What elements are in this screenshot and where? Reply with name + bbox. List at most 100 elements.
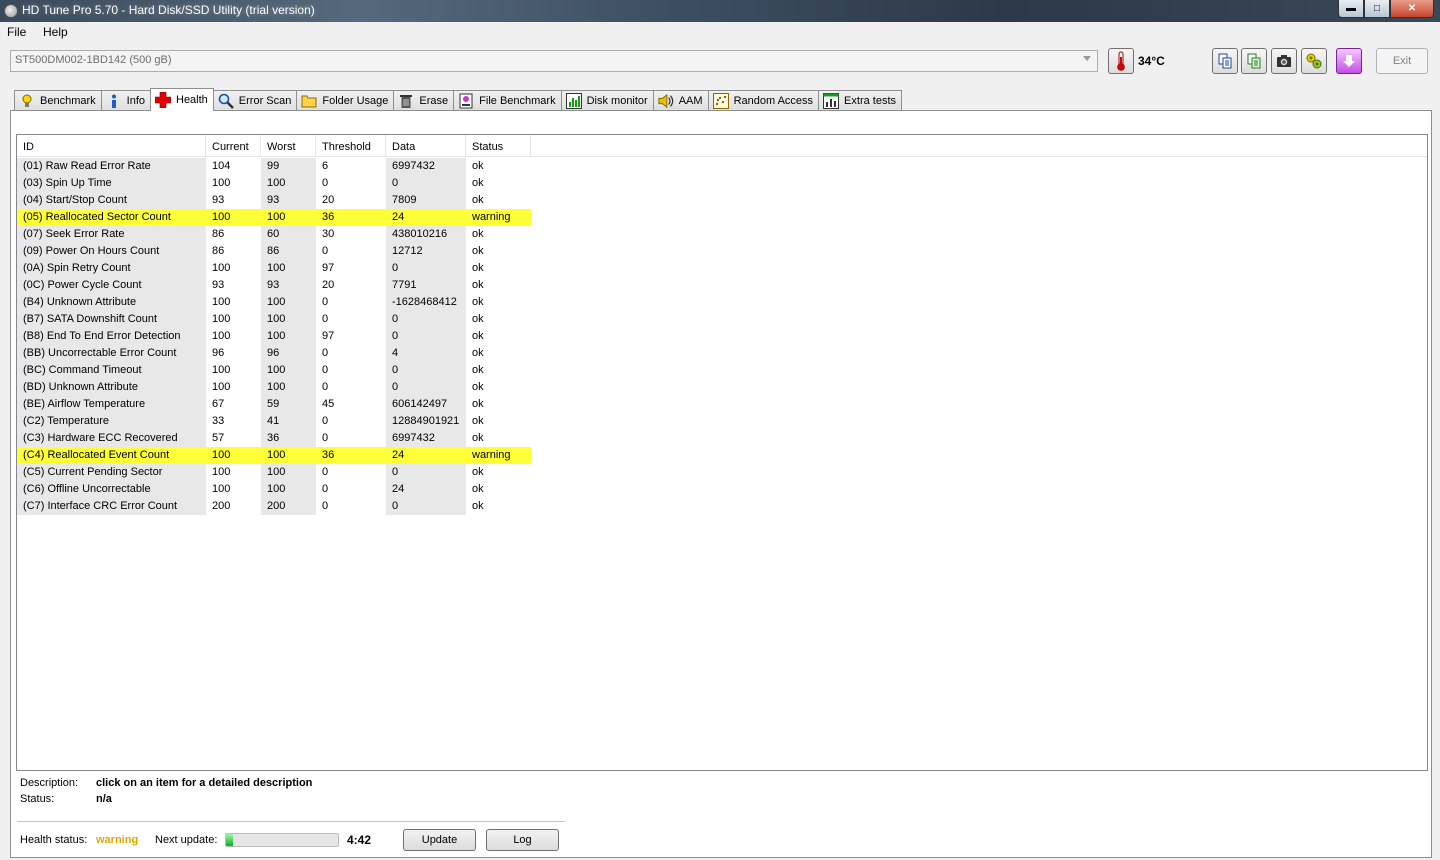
tab-disk-monitor[interactable]: Disk monitor — [560, 90, 654, 111]
column-header-status[interactable]: Status — [466, 135, 531, 157]
next-update-label: Next update: — [155, 834, 218, 846]
table-row[interactable]: (C7) Interface CRC Error Count 200 200 0 0 ok — [17, 498, 1427, 515]
cell-status-value: warning — [466, 209, 531, 226]
copy-button[interactable] — [1212, 48, 1238, 74]
table-row[interactable]: (C2) Temperature 33 41 0 12884901921 ok — [17, 413, 1427, 430]
cell-attribute-id: (BB) Uncorrectable Error Count — [17, 345, 206, 362]
info-icon — [106, 93, 122, 109]
screenshot-button[interactable] — [1271, 48, 1297, 74]
title-bar[interactable]: HD Tune Pro 5.70 - Hard Disk/SSD Utility… — [0, 0, 1440, 22]
table-row[interactable]: (C4) Reallocated Event Count 100 100 36 24 wa… — [17, 447, 1427, 464]
column-header-worst[interactable]: Worst — [261, 135, 316, 157]
update-button[interactable]: Update — [403, 829, 476, 851]
table-row[interactable]: (09) Power On Hours Count 86 86 0 12712 ok — [17, 243, 1427, 260]
tab-extra-tests[interactable]: Extra tests — [818, 90, 903, 111]
smart-attributes-list[interactable]: ID Current Worst Threshold Data Status (… — [16, 134, 1428, 771]
column-header-threshold[interactable]: Threshold — [316, 135, 386, 157]
table-row[interactable]: (03) Spin Up Time 100 100 0 0 ok — [17, 175, 1427, 192]
cell-raw-data: 24 — [386, 481, 466, 498]
cell-threshold-value: 6 — [322, 160, 329, 172]
table-row[interactable]: (C3) Hardware ECC Recovered 57 36 0 6997432 o… — [17, 430, 1427, 447]
column-header-current[interactable]: Current — [206, 135, 261, 157]
cell-attribute-id: (BC) Command Timeout — [17, 362, 206, 379]
cell-status-value: ok — [472, 381, 484, 393]
maximize-button[interactable]: □ — [1364, 0, 1390, 18]
table-row[interactable]: (0A) Spin Retry Count 100 100 97 0 ok — [17, 260, 1427, 277]
magnifier-icon — [218, 93, 234, 109]
cell-raw-data: 0 — [386, 311, 466, 328]
cell-current-value: 100 — [206, 209, 261, 226]
cell-status-value: ok — [472, 245, 484, 257]
log-button[interactable]: Log — [486, 829, 559, 851]
trash-icon — [398, 93, 414, 109]
cell-attribute-id: (04) Start/Stop Count — [17, 192, 206, 209]
cell-raw-data: 24 — [386, 447, 466, 464]
cell-current-value: 100 — [212, 330, 231, 342]
table-row[interactable]: (0C) Power Cycle Count 93 93 20 7791 ok — [17, 277, 1427, 294]
table-row[interactable]: (05) Reallocated Sector Count 100 100 36 24 w… — [17, 209, 1427, 226]
drive-select[interactable]: ST500DM002-1BD142 (500 gB) — [10, 50, 1098, 72]
tab-info[interactable]: Info — [100, 90, 151, 111]
tab-erase[interactable]: Erase — [393, 90, 455, 111]
table-row[interactable]: (BD) Unknown Attribute 100 100 0 0 ok — [17, 379, 1427, 396]
cell-status-value: ok — [472, 262, 484, 274]
column-header-data[interactable]: Data — [386, 135, 466, 157]
cell-status-value: ok — [472, 364, 484, 376]
table-row[interactable]: (B8) End To End Error Detection 100 100 97 0… — [17, 328, 1427, 345]
column-header-id[interactable]: ID — [17, 135, 206, 157]
menu-file[interactable]: File — [7, 25, 26, 39]
exit-button[interactable]: Exit — [1376, 48, 1428, 74]
options-button[interactable] — [1301, 48, 1327, 74]
tab-label: AAM — [678, 95, 703, 107]
cell-current-value: 93 — [212, 194, 225, 206]
tab-health[interactable]: Health — [150, 88, 214, 111]
cell-status-value: ok — [472, 296, 484, 308]
table-row[interactable]: (B7) SATA Downshift Count 100 100 0 0 ok — [17, 311, 1427, 328]
table-row[interactable]: (BB) Uncorrectable Error Count 96 96 0 4 ok — [17, 345, 1427, 362]
table-row[interactable]: (C5) Current Pending Sector 100 100 0 0 ok — [17, 464, 1427, 481]
cell-attribute-id: (B8) End To End Error Detection — [17, 328, 206, 345]
table-row[interactable]: (C6) Offline Uncorrectable 100 100 0 24 ok — [17, 481, 1427, 498]
menu-bar: File Help — [0, 22, 1440, 42]
menu-help[interactable]: Help — [43, 25, 68, 39]
table-row[interactable]: (B4) Unknown Attribute 100 100 0 -1628468412… — [17, 294, 1427, 311]
table-row[interactable]: (07) Seek Error Rate 86 60 30 438010216 ok — [17, 226, 1427, 243]
tab-label: Health — [176, 94, 208, 106]
cell-attribute-id: (B4) Unknown Attribute — [17, 294, 206, 311]
health-status-label: Health status: — [20, 834, 88, 846]
app-icon — [4, 4, 18, 18]
status-value: n/a — [96, 793, 112, 805]
list-body: (01) Raw Read Error Rate 104 99 6 6997432 ok(… — [17, 157, 1427, 515]
cell-worst-value: 60 — [261, 226, 316, 243]
tab-random-access[interactable]: Random Access — [707, 90, 820, 111]
window-controls: ▬ □ ✕ — [1338, 0, 1434, 20]
copy-all-icon — [1247, 53, 1261, 69]
copy-all-button[interactable] — [1241, 48, 1267, 74]
thermometer-button[interactable] — [1108, 48, 1134, 74]
table-row[interactable]: (01) Raw Read Error Rate 104 99 6 6997432 ok — [17, 158, 1427, 175]
cell-raw-data: 6997432 — [386, 430, 466, 447]
tab-folder-usage[interactable]: Folder Usage — [296, 90, 395, 111]
cell-attribute-id: (09) Power On Hours Count — [17, 243, 206, 260]
close-button[interactable]: ✕ — [1390, 0, 1434, 18]
table-row[interactable]: (04) Start/Stop Count 93 93 20 7809 ok — [17, 192, 1427, 209]
cell-current-value: 86 — [212, 245, 225, 257]
tab-aam[interactable]: AAM — [652, 90, 709, 111]
cell-status-value: ok — [472, 330, 484, 342]
tab-error-scan[interactable]: Error Scan — [212, 90, 298, 111]
tab-benchmark[interactable]: Benchmark — [14, 90, 102, 111]
minimize-button[interactable]: ▬ — [1338, 0, 1364, 18]
cell-current-value: 104 — [212, 160, 231, 172]
cell-raw-data: 7809 — [386, 192, 466, 209]
cell-threshold-value: 0 — [322, 347, 329, 359]
cell-status-value: ok — [472, 398, 484, 410]
save-button[interactable] — [1336, 48, 1362, 74]
cell-threshold-value: 0 — [322, 483, 329, 495]
lightbulb-icon — [19, 93, 35, 109]
table-row[interactable]: (BC) Command Timeout 100 100 0 0 ok — [17, 362, 1427, 379]
tab-file-benchmark[interactable]: File Benchmark — [453, 90, 562, 111]
cell-threshold-value: 0 — [322, 313, 329, 325]
cell-attribute-id: (C6) Offline Uncorrectable — [17, 481, 206, 498]
status-label: Status: — [20, 793, 55, 805]
table-row[interactable]: (BE) Airflow Temperature 67 59 45 606142497 o… — [17, 396, 1427, 413]
